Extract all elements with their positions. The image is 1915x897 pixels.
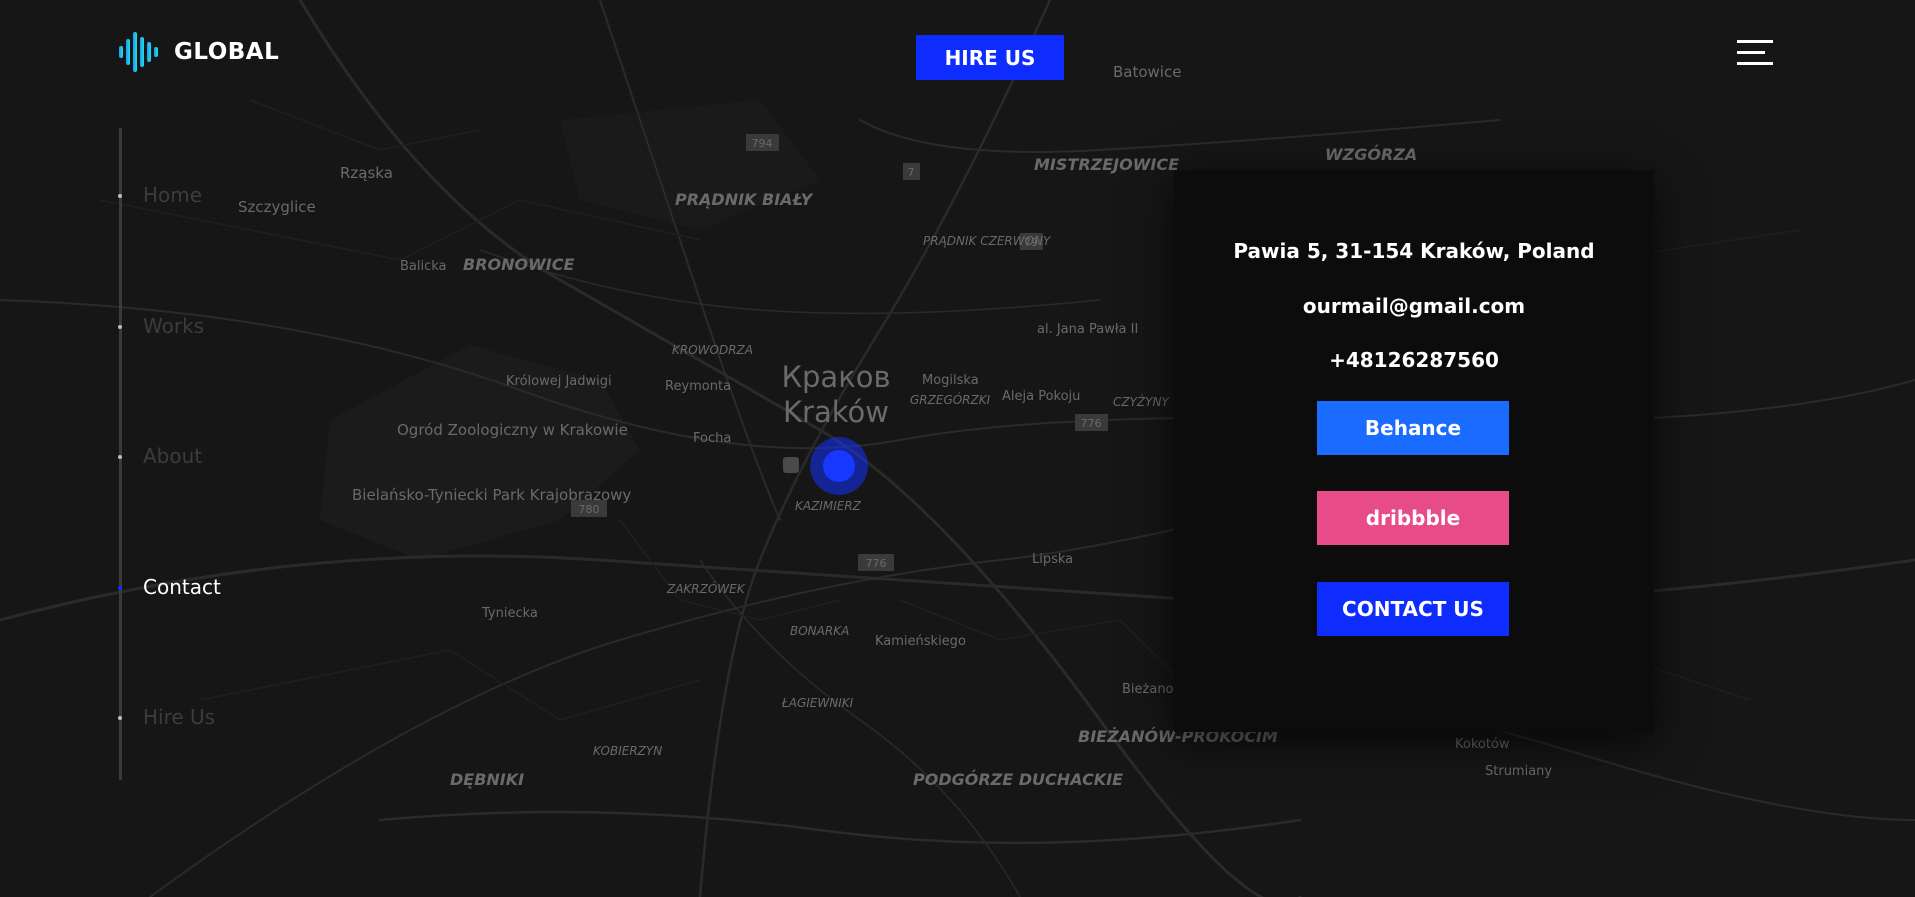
- map-district-label: ZAKRZÓWEK: [666, 581, 746, 596]
- behance-button[interactable]: Behance: [1317, 401, 1509, 455]
- map-place-label: Szczyglice: [238, 198, 316, 216]
- map-district-label: CZYŻYNY: [1113, 394, 1170, 409]
- map-street-label: Kamieńskiego: [875, 634, 966, 649]
- contact-us-button[interactable]: CONTACT US: [1317, 582, 1509, 636]
- map-district-label: KROWODRZA: [672, 343, 753, 357]
- hire-us-button[interactable]: HIRE US: [916, 35, 1064, 80]
- map-street-label: Kokotów: [1455, 737, 1510, 752]
- map-district-label: DĘBNIKI: [450, 770, 524, 789]
- map-street-label: Lipska: [1032, 552, 1073, 567]
- map-district-label: GRZEGÓRZKI: [910, 392, 991, 407]
- map-street-label: Królowej Jadwigi: [506, 374, 612, 389]
- road-number: 776: [866, 557, 887, 570]
- map-street-label: Mogilska: [922, 373, 979, 388]
- map-district-label: PODGÓRZE DUCHACKIE: [913, 770, 1123, 789]
- nav-item-hire-us[interactable]: Hire Us: [143, 705, 215, 729]
- brand-name: GLOBAL: [174, 39, 280, 65]
- map-street-label: Tyniecka: [481, 606, 538, 621]
- equalizer-logo-icon: [119, 32, 158, 72]
- map-place-label: Rząska: [340, 164, 393, 182]
- map-city-name: Kraków: [783, 395, 889, 429]
- nav-dot-contact: [118, 586, 122, 590]
- map-district-label: BONARKA: [790, 624, 849, 638]
- nav-item-contact[interactable]: Contact: [143, 575, 221, 599]
- road-number: 776: [1081, 417, 1102, 430]
- map-district-label: BRONOWICE: [463, 255, 574, 274]
- map-street-label: al. Jana Pawła II: [1037, 322, 1138, 337]
- side-nav-track: [119, 128, 122, 780]
- brand-logo[interactable]: GLOBAL: [118, 30, 279, 74]
- dribbble-button[interactable]: dribbble: [1317, 491, 1509, 545]
- road-number: 7: [908, 166, 915, 179]
- nav-dot-works: [118, 325, 122, 329]
- map-district-label: PRĄDNIK CZERWONY: [923, 234, 1052, 248]
- nav-dot-home: [118, 194, 122, 198]
- map-place-label: Bielańsko-Tyniecki Park Krajobrazowy: [352, 486, 631, 504]
- road-number: 794: [752, 137, 773, 150]
- road-number: 780: [579, 503, 600, 516]
- map-district-label: MISTRZEJOWICE: [1034, 155, 1179, 174]
- contact-address: Pawia 5, 31-154 Kraków, Poland: [1233, 239, 1595, 263]
- nav-item-about[interactable]: About: [143, 444, 202, 468]
- map-street-label: Aleja Pokoju: [1002, 389, 1080, 404]
- nav-item-home[interactable]: Home: [143, 183, 202, 207]
- map-place-label: Ogród Zoologiczny w Krakowie: [397, 421, 628, 439]
- map-place-label: Batowice: [1113, 63, 1181, 81]
- map-district-label: ŁAGIEWNIKI: [781, 696, 854, 710]
- location-marker-core: [823, 450, 855, 482]
- contact-panel: Pawia 5, 31-154 Kraków, Poland ourmail@g…: [1174, 170, 1654, 732]
- map-street-label: Balicka: [400, 259, 447, 274]
- nav-item-works[interactable]: Works: [143, 314, 204, 338]
- map-district-label: WZGÓRZA: [1325, 145, 1417, 164]
- contact-email[interactable]: ourmail@gmail.com: [1174, 294, 1654, 318]
- map-street-label: Focha: [693, 431, 731, 446]
- map-city-name-ru: Краков: [781, 360, 890, 394]
- hamburger-menu-icon[interactable]: [1737, 38, 1777, 68]
- map-street-label: Strumiany: [1485, 764, 1552, 779]
- map-district-label: PRĄDNIK BIAŁY: [675, 190, 814, 209]
- map-district-label: KAZIMIERZ: [795, 499, 862, 513]
- nav-dot-hire-us: [118, 716, 122, 720]
- location-marker[interactable]: [810, 437, 868, 495]
- museum-icon: [783, 457, 799, 473]
- nav-dot-about: [118, 455, 122, 459]
- map-district-label: KOBIERZYN: [593, 744, 662, 758]
- contact-phone[interactable]: +48126287560: [1174, 348, 1654, 372]
- map-street-label: Reymonta: [665, 379, 731, 394]
